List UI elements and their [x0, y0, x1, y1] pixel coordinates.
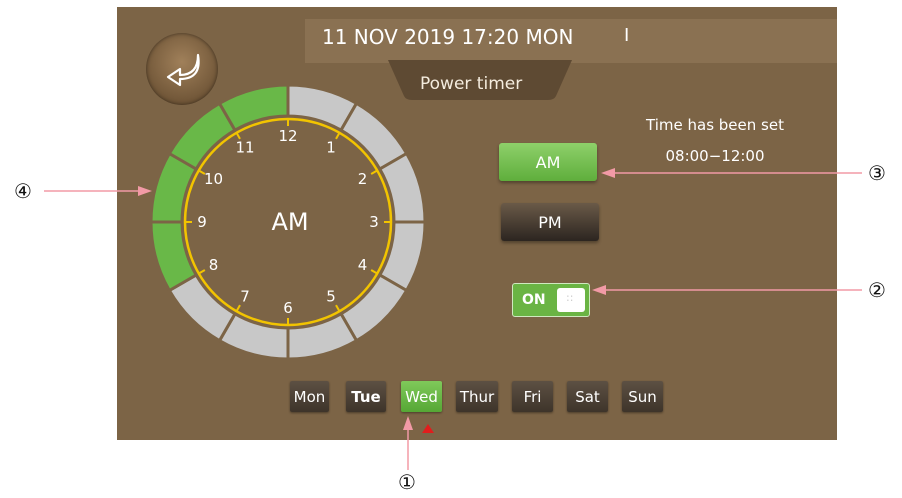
callout-lines	[44, 168, 862, 470]
callout-3: ③	[868, 161, 886, 185]
callout-2: ②	[868, 278, 886, 302]
callout-1: ①	[398, 470, 416, 494]
callout-4: ④	[14, 179, 32, 203]
